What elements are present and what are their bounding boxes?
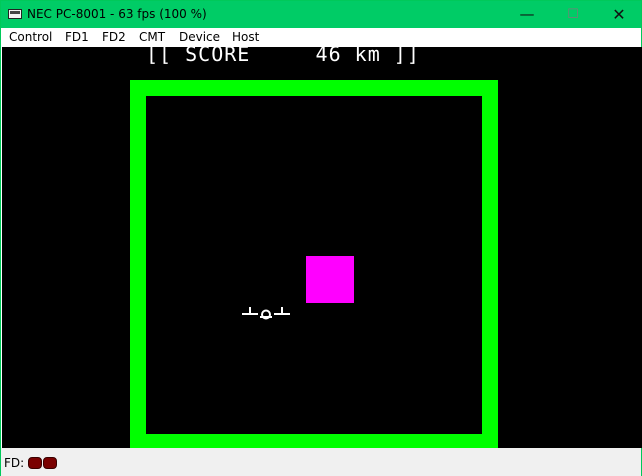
fd1-access-led	[28, 457, 42, 469]
obstacle-block	[306, 256, 354, 303]
close-button[interactable]: ✕	[596, 1, 642, 28]
menu-host[interactable]: Host	[232, 29, 259, 46]
title-bar[interactable]: NEC PC-8001 - 63 fps (100 %) — ☐ ✕	[1, 1, 641, 28]
fd-label: FD:	[4, 456, 25, 470]
minimize-button[interactable]: —	[504, 1, 550, 28]
fd2-access-led	[43, 457, 57, 469]
app-icon	[8, 9, 22, 19]
window-title: NEC PC-8001 - 63 fps (100 %)	[27, 7, 207, 21]
menu-bar: Control FD1 FD2 CMT Device Host	[1, 28, 641, 47]
emulator-screen[interactable]: [[ SCORE 46 km ]]	[2, 47, 642, 448]
menu-control[interactable]: Control	[9, 29, 52, 46]
menu-fd1[interactable]: FD1	[65, 29, 89, 46]
maximize-button[interactable]: ☐	[550, 1, 596, 28]
score-display: [[ SCORE 46 km ]]	[146, 47, 420, 66]
menu-device[interactable]: Device	[179, 29, 220, 46]
player-ship-icon	[242, 307, 290, 320]
menu-cmt[interactable]: CMT	[139, 29, 165, 46]
menu-fd2[interactable]: FD2	[102, 29, 126, 46]
status-bar: FD:	[1, 448, 641, 476]
emulator-window: NEC PC-8001 - 63 fps (100 %) — ☐ ✕ Contr…	[0, 0, 642, 476]
